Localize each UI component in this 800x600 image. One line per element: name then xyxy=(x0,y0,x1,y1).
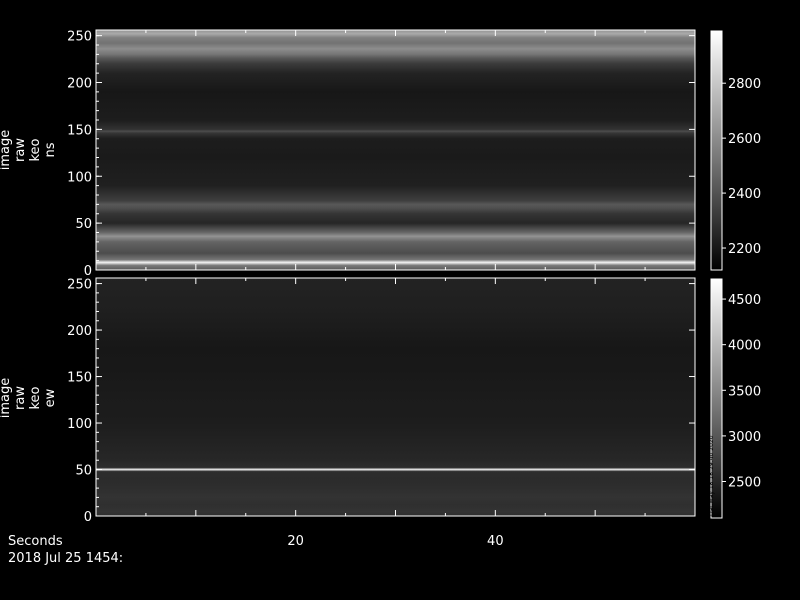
heatmap-ns xyxy=(96,30,695,270)
panel-ns: 050100150200250 image raw keo ns 2200240… xyxy=(0,29,761,279)
x-axis-label: Seconds xyxy=(8,534,63,549)
y-tick-label-ns-5: 250 xyxy=(67,30,92,45)
y-axis-label-ew: image raw keo ew xyxy=(0,378,58,419)
ylabel-ns-line-3: keo xyxy=(28,138,43,161)
ylabel-ns-line-1: image xyxy=(0,130,13,171)
y-tick-label-ew-4: 200 xyxy=(67,324,92,339)
colorbar-axis-ns: 2200 2400 2600 2800 xyxy=(722,77,761,257)
ylabel-ew-line-4: ew xyxy=(43,388,58,407)
y-tick-label-ew-3: 150 xyxy=(67,371,92,386)
ylabel-ns-line-4: ns xyxy=(43,142,58,157)
colorbar-tick-label-ns-1: 2400 xyxy=(728,187,761,202)
ylabel-ns-line-2: raw xyxy=(13,138,28,162)
y-tick-label-ew-0: 0 xyxy=(84,510,92,525)
y-tick-label-ns-2: 100 xyxy=(67,170,92,185)
x-tick-label-1: 40 xyxy=(487,534,504,549)
ylabel-ew-line-3: keo xyxy=(28,386,43,409)
keogram-figure: 0 50 100 150 200 250 image raw keo ns 2200 240… xyxy=(0,29,761,566)
colorbar-tick-label-ew-2: 3500 xyxy=(728,384,761,399)
x-axis-subtitle: 2018 Jul 25 1454: xyxy=(8,551,123,566)
colorbar-axis-ew: 2500 3000 3500 4000 4500 xyxy=(722,293,761,491)
colorbar-tick-label-ns-0: 2200 xyxy=(728,242,761,257)
colorbar-tick-label-ns-2: 2600 xyxy=(728,132,761,147)
colorbar-note-ew: Dat.May 18 18:29:40 2020 xyxy=(708,435,715,516)
colorbar-tick-label-ew-0: 2500 xyxy=(728,476,761,491)
y-tick-label-ew-5: 250 xyxy=(67,278,92,293)
y-tick-label-ew-1: 50 xyxy=(75,464,92,479)
y-tick-label-ns-3: 150 xyxy=(67,123,92,138)
x-tick-label-0: 20 xyxy=(287,534,304,549)
panel-ew: 0 50 100 150 200 250 image raw keo ew Dat.May… xyxy=(0,277,761,525)
colorbar-tick-label-ew-1: 3000 xyxy=(728,430,761,445)
ylabel-ew-line-1: image xyxy=(0,378,13,419)
colorbar-tick-label-ns-3: 2800 xyxy=(728,77,761,92)
ylabel-ew-line-2: raw xyxy=(13,386,28,410)
y-tick-label-ns-1: 50 xyxy=(75,217,92,232)
y-tick-label-ns-4: 200 xyxy=(67,77,92,92)
y-tick-label-ew-2: 100 xyxy=(67,417,92,432)
colorbar-ns xyxy=(710,30,723,271)
y-axis-label-ns: image raw keo ns xyxy=(0,130,58,171)
heatmap-ew xyxy=(96,278,695,516)
colorbar-tick-label-ew-4: 4500 xyxy=(728,293,761,308)
colorbar-tick-label-ew-3: 4000 xyxy=(728,339,761,354)
